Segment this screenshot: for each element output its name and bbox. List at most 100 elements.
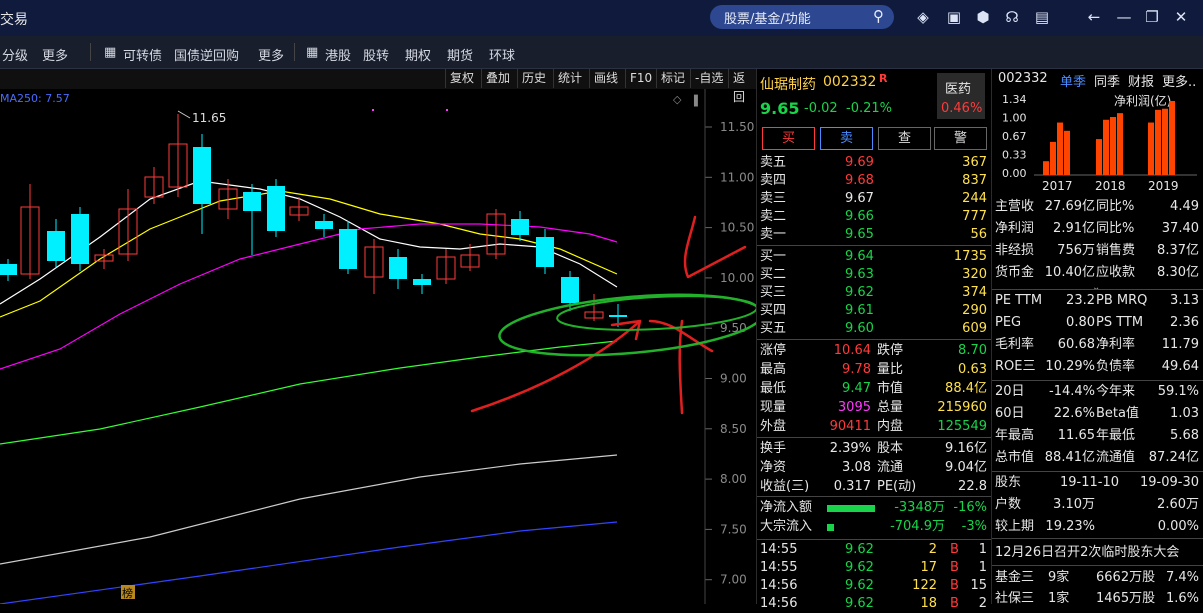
ma250-line xyxy=(0,521,618,605)
search-input[interactable]: 股票/基金/功能 xyxy=(724,8,811,27)
tick-row[interactable]: 14:56 9.62 18 B 2 xyxy=(757,595,991,613)
back-icon[interactable]: ← xyxy=(1085,8,1103,26)
order-row[interactable]: 卖二 9.66 777 xyxy=(757,208,991,226)
chart-tool-8[interactable]: 返回 xyxy=(728,69,756,104)
chart-tool-6[interactable]: 标记 xyxy=(656,69,689,88)
sector-box[interactable]: 医药 0.46% xyxy=(937,73,985,119)
fund-value: 10.29% xyxy=(1045,359,1095,374)
kline-chart[interactable]: 11.50 11.00 10.50 10.00 9.50 9.00 8.50 8.00 7.50… xyxy=(0,89,764,605)
tick-count: 2 xyxy=(978,596,987,611)
profit-bar xyxy=(1057,122,1063,175)
order-price: 9.68 xyxy=(845,173,874,188)
high-pointer xyxy=(177,110,191,119)
menu-item-options[interactable]: 期权 xyxy=(405,45,431,64)
tab-quarter[interactable]: 单季 xyxy=(1060,71,1086,90)
fund-code: 002332 xyxy=(998,71,1048,86)
chart-tool-0[interactable]: 复权 xyxy=(445,69,478,88)
order-label: 卖四 xyxy=(760,173,787,188)
order-price: 9.63 xyxy=(845,267,874,282)
minimize-icon[interactable]: — xyxy=(1115,8,1133,26)
tab-same-quarter[interactable]: 同季 xyxy=(1094,71,1120,90)
stat-value: 125549 xyxy=(937,419,987,434)
holders-header: 19-11-10 xyxy=(1060,475,1120,490)
order-price: 9.69 xyxy=(845,155,874,170)
order-price: 9.62 xyxy=(845,285,874,300)
menu-item-more[interactable]: 更多 xyxy=(42,45,68,64)
notice-text[interactable]: 12月26日召开2次临时股东大会 xyxy=(995,542,1179,564)
tab-report[interactable]: 财报 xyxy=(1128,71,1154,90)
fund-holder-cell: 1465万股 xyxy=(1096,591,1156,606)
profit-bar xyxy=(1148,122,1154,175)
fundamentals-panel: 002332 单季 同季 财报 更多.. 净利润(亿) 1.34 1.00 0.67 0… xyxy=(992,69,1203,606)
close-icon[interactable]: ✕ xyxy=(1172,8,1190,26)
order-row[interactable]: 买五 9.60 609 xyxy=(757,320,991,338)
order-row[interactable]: 买四 9.61 290 xyxy=(757,302,991,320)
menu-item-neeq[interactable]: 股转 xyxy=(363,45,389,64)
tick-row[interactable]: 14:55 9.62 17 B 1 xyxy=(757,559,991,577)
menu-item-futures[interactable]: 期货 xyxy=(447,45,473,64)
order-label: 买一 xyxy=(760,249,787,264)
order-row[interactable]: 卖三 9.67 244 xyxy=(757,190,991,208)
tick-row[interactable]: 14:55 9.62 2 B 1 xyxy=(757,541,991,559)
order-label: 买二 xyxy=(760,267,787,282)
tick-volume: 2 xyxy=(928,542,937,557)
menu-item-hk[interactable]: 港股 xyxy=(325,45,351,64)
candle xyxy=(20,184,40,279)
profit-bar xyxy=(1117,113,1123,175)
order-volume: 374 xyxy=(962,285,987,300)
chart-tool-7[interactable]: -自选 xyxy=(690,69,727,88)
fund-label: 20日 xyxy=(995,384,1025,399)
menu-item-fenji[interactable]: 分级 xyxy=(2,45,28,64)
search-icon[interactable]: ⚲ xyxy=(873,7,884,25)
candle xyxy=(71,207,89,271)
restore-icon[interactable]: ❐ xyxy=(1143,8,1161,26)
headset-icon[interactable]: ☊ xyxy=(1003,8,1021,26)
menu-item-more-2[interactable]: 更多 xyxy=(258,45,284,64)
query-button[interactable]: 查 xyxy=(878,127,931,150)
grid-icon: ▦ xyxy=(306,45,319,60)
buy-button[interactable]: 买 xyxy=(762,127,815,150)
flow-bar xyxy=(827,524,834,531)
message-icon[interactable]: ▤ xyxy=(1033,8,1051,26)
fund-label: 应收款 xyxy=(1096,265,1136,280)
chart-tool-2[interactable]: 历史 xyxy=(517,69,550,88)
order-row[interactable]: 卖一 9.65 56 xyxy=(757,226,991,244)
order-row[interactable]: 买一 9.64 1735 xyxy=(757,248,991,266)
holders-cell: 较上期 xyxy=(995,519,1035,534)
chart-tool-4[interactable]: 画线 xyxy=(589,69,622,88)
menu-item-convertible-bond[interactable]: 可转债 xyxy=(123,45,162,64)
stat-value: 90411 xyxy=(829,419,871,434)
chart-tool-5[interactable]: F10 xyxy=(625,69,656,88)
sell-button[interactable]: 卖 xyxy=(820,127,873,150)
layers-icon[interactable]: ◈ xyxy=(914,8,932,26)
order-row[interactable]: 买三 9.62 374 xyxy=(757,284,991,302)
y-tick-label: 8.50 xyxy=(720,422,747,436)
alert-button[interactable]: 警 xyxy=(934,127,987,150)
chart-tool-3[interactable]: 统计 xyxy=(553,69,586,88)
fund-holder-cell: 7.4% xyxy=(1165,570,1199,585)
tick-row[interactable]: 14:56 9.62 122 B 15 xyxy=(757,577,991,595)
order-row[interactable]: 卖四 9.68 837 xyxy=(757,172,991,190)
divider xyxy=(992,565,1203,566)
flow-value: -3348万 xyxy=(894,500,945,515)
profit-bar xyxy=(1162,108,1168,175)
fund-label: Beta值 xyxy=(1096,406,1139,421)
rank-badge-text[interactable]: 榜 xyxy=(122,586,133,600)
chart-tool-1[interactable]: 叠加 xyxy=(481,69,514,88)
search-box[interactable]: 股票/基金/功能 ⚲ xyxy=(710,5,894,29)
divider xyxy=(757,496,991,497)
fund-value: 11.65 xyxy=(1057,428,1095,443)
stat-value: 9.16亿 xyxy=(945,441,987,456)
order-row[interactable]: 卖五 9.69 367 xyxy=(757,154,991,172)
order-label: 卖五 xyxy=(760,155,787,170)
fund-label: 净利率 xyxy=(1096,337,1136,352)
fund-label: 非经损 xyxy=(995,243,1035,258)
tab-more[interactable]: 更多.. xyxy=(1162,71,1196,90)
order-row[interactable]: 买二 9.63 320 xyxy=(757,266,991,284)
menu-item-global[interactable]: 环球 xyxy=(489,45,515,64)
menu-item-repo[interactable]: 国债逆回购 xyxy=(174,45,239,64)
stat-value: 215960 xyxy=(937,400,987,415)
f10-icon[interactable]: ▣ xyxy=(945,8,963,26)
fund-value: 49.64 xyxy=(1161,359,1199,374)
hexagon-icon[interactable]: ⬢ xyxy=(974,8,992,26)
